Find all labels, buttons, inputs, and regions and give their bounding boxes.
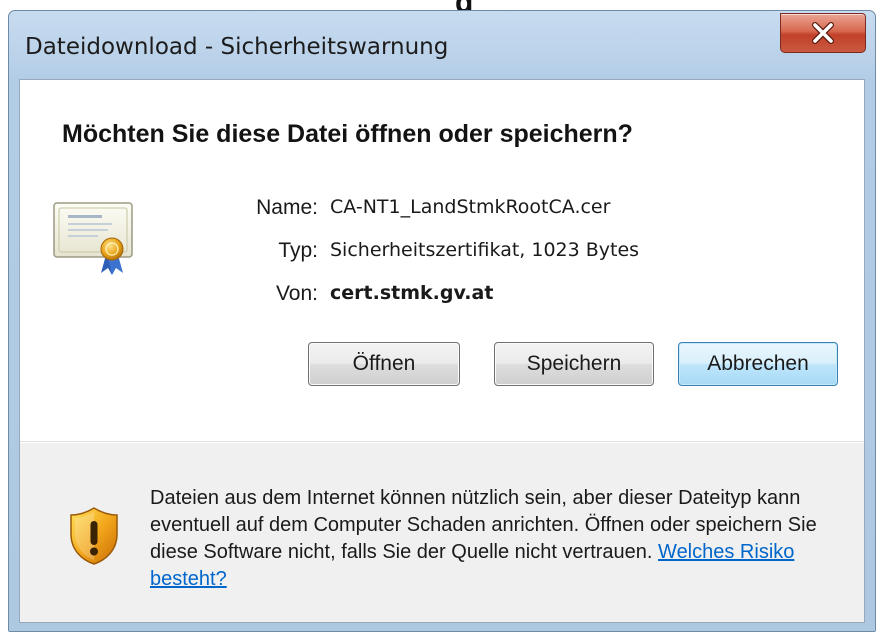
cancel-button[interactable]: Abbrechen — [678, 342, 838, 386]
open-button[interactable]: Öffnen — [308, 342, 460, 386]
close-icon — [812, 22, 834, 44]
dialog-question: Möchten Sie diese Datei öffnen oder spei… — [62, 120, 633, 148]
file-source-row: Von: cert.stmk.gv.at — [20, 282, 866, 314]
security-warning-dialog: Dateidownload - Sicherheitswarnung Möcht… — [8, 10, 876, 632]
file-name-label: Name: — [256, 196, 318, 219]
save-button[interactable]: Speichern — [494, 342, 654, 386]
file-type-label: Typ: — [278, 239, 318, 262]
file-type-row: Typ: Sicherheitszertifikat, 1023 Bytes — [20, 239, 866, 271]
file-name-value: CA-NT1_LandStmkRootCA.cer — [330, 196, 611, 218]
file-type-value: Sicherheitszertifikat, 1023 Bytes — [330, 239, 640, 261]
file-source-value: cert.stmk.gv.at — [330, 282, 494, 304]
title-bar[interactable]: Dateidownload - Sicherheitswarnung — [9, 11, 875, 79]
warning-panel: Dateien aus dem Internet können nützlich… — [20, 442, 864, 622]
file-source-label: Von: — [275, 282, 318, 305]
file-name-row: Name: CA-NT1_LandStmkRootCA.cer — [20, 196, 866, 228]
download-info-panel: Möchten Sie diese Datei öffnen oder spei… — [20, 80, 864, 452]
window-title: Dateidownload - Sicherheitswarnung — [25, 34, 449, 60]
warning-message: Dateien aus dem Internet können nützlich… — [150, 485, 850, 593]
dialog-content: Möchten Sie diese Datei öffnen oder spei… — [19, 79, 865, 623]
shield-warning-icon — [70, 507, 118, 565]
close-button[interactable] — [780, 13, 866, 53]
